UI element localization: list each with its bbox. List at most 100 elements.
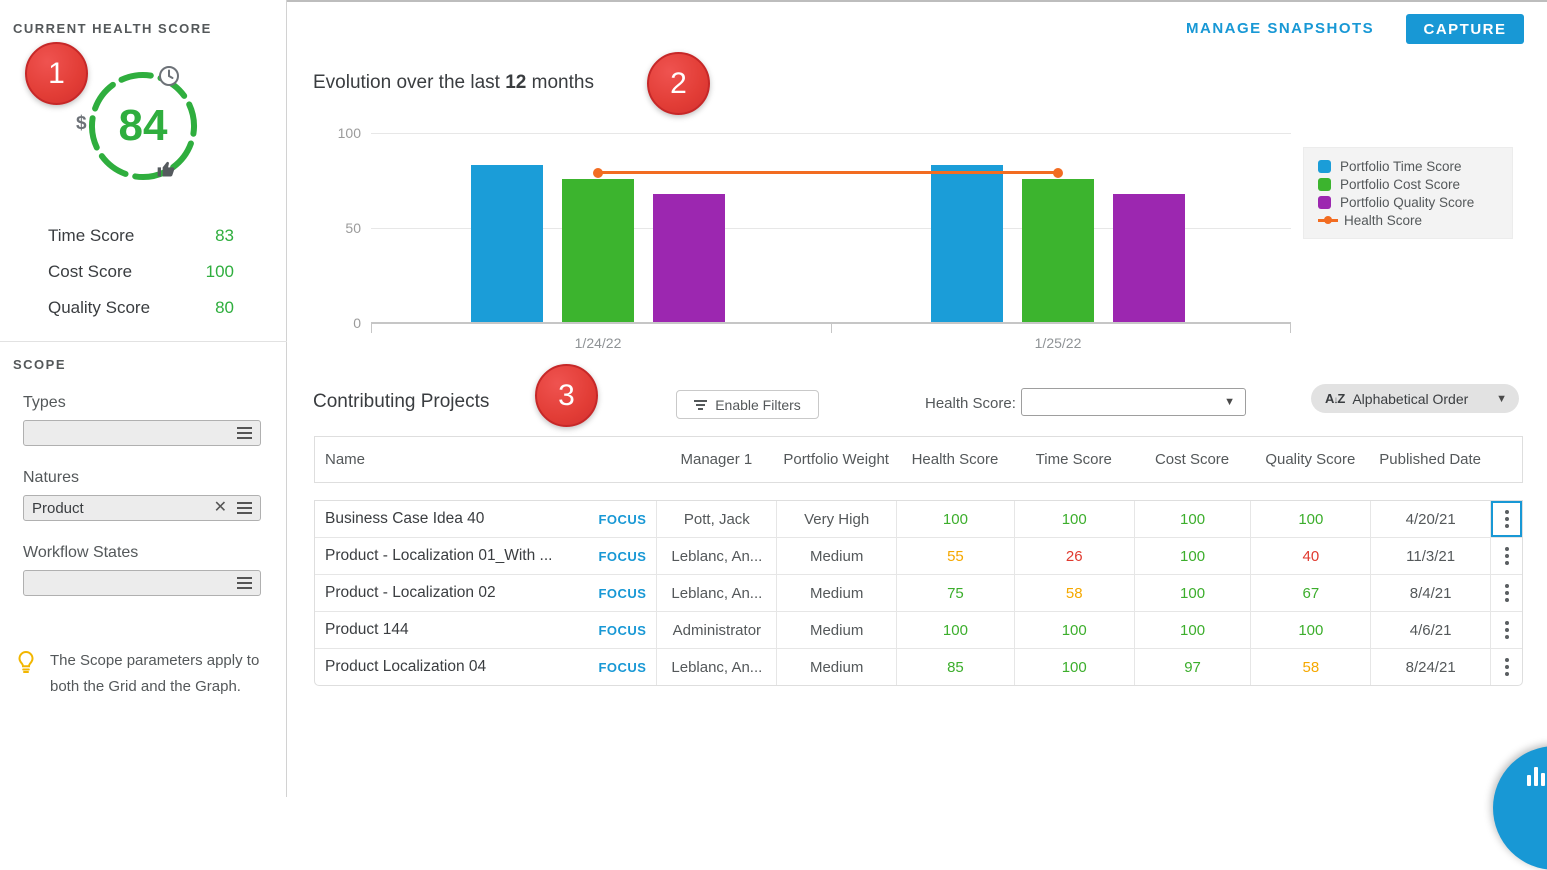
score-cell: 100	[1014, 612, 1134, 648]
bar-portfolio-quality-score[interactable]	[653, 194, 725, 322]
row-menu-button[interactable]	[1491, 538, 1522, 574]
filter-label: Types	[23, 394, 261, 412]
x-axis-category-label: 1/25/22	[998, 335, 1118, 351]
row-menu-cell	[1490, 538, 1522, 574]
capture-button[interactable]: CAPTURE	[1406, 14, 1524, 44]
column-header-health-score[interactable]: Health Score	[896, 451, 1014, 469]
legend-swatch	[1318, 160, 1331, 173]
legend-item[interactable]: Portfolio Time Score	[1318, 157, 1506, 175]
row-menu-button[interactable]	[1491, 612, 1522, 648]
bar-portfolio-quality-score[interactable]	[1113, 194, 1185, 322]
column-header-cost-score[interactable]: Cost Score	[1134, 451, 1251, 469]
legend-item[interactable]: Health Score	[1318, 211, 1506, 229]
column-header-quality-score[interactable]: Quality Score	[1250, 451, 1370, 469]
focus-link[interactable]: FOCUS	[598, 623, 646, 638]
score-cell: 58	[1014, 575, 1134, 611]
row-menu-button[interactable]	[1491, 575, 1522, 611]
bar-portfolio-time-score[interactable]	[931, 165, 1003, 322]
bar-portfolio-cost-score[interactable]	[562, 179, 634, 322]
gridline	[371, 133, 1291, 134]
scope-tip-line2: both the Grid and the Graph.	[50, 674, 259, 700]
table-row[interactable]: Product 144FOCUSAdministratorMedium10010…	[315, 611, 1522, 648]
score-label: Cost Score	[48, 262, 132, 282]
focus-link[interactable]: FOCUS	[598, 512, 646, 527]
score-row: Time Score83	[48, 218, 234, 254]
natures-input[interactable]: Product✕	[23, 495, 261, 521]
scope-filters: TypesNaturesProduct✕Workflow States	[23, 394, 261, 619]
health-score-line[interactable]	[598, 171, 1058, 174]
score-value: 83	[215, 226, 234, 246]
score-cell: 100	[1014, 649, 1134, 685]
project-name: Product 144	[325, 621, 409, 639]
scope-title: SCOPE	[13, 357, 66, 372]
evolution-chart: 0501001/24/221/25/22	[371, 133, 1291, 323]
column-header-manager-1[interactable]: Manager 1	[656, 451, 776, 469]
annotation-badge-2: 2	[647, 52, 710, 115]
bar-portfolio-cost-score[interactable]	[1022, 179, 1094, 322]
published-date-cell: 11/3/21	[1370, 538, 1490, 574]
project-name-cell: Product - Localization 01_With ...FOCUS	[315, 538, 656, 574]
score-cell: 100	[1134, 575, 1251, 611]
workflow-states-input[interactable]	[23, 570, 261, 596]
portfolio-weight-cell: Very High	[776, 501, 896, 537]
legend-item[interactable]: Portfolio Cost Score	[1318, 175, 1506, 193]
lightbulb-icon	[16, 648, 50, 700]
sidebar-divider	[0, 341, 287, 342]
row-menu-button[interactable]	[1491, 501, 1522, 537]
types-input[interactable]	[23, 420, 261, 446]
project-name-cell: Product Localization 04FOCUS	[315, 649, 656, 685]
score-cell: 97	[1134, 649, 1251, 685]
score-cell: 26	[1014, 538, 1134, 574]
legend-line-swatch	[1318, 219, 1338, 222]
row-menu-cell	[1490, 501, 1522, 537]
list-picker-icon[interactable]	[237, 577, 252, 589]
list-picker-icon[interactable]	[237, 502, 252, 514]
bar-chart-icon	[1527, 767, 1545, 786]
contributing-projects-title: Contributing Projects	[313, 391, 489, 413]
scope-tip-text: The Scope parameters apply to both the G…	[50, 648, 259, 700]
column-header-published-date[interactable]: Published Date	[1370, 451, 1490, 469]
score-cell: 75	[896, 575, 1014, 611]
title-part2: 12	[505, 72, 526, 93]
health-score-point[interactable]	[593, 168, 603, 178]
legend-item[interactable]: Portfolio Quality Score	[1318, 193, 1506, 211]
y-axis-tick-label: 50	[319, 220, 361, 236]
table-row[interactable]: Product - Localization 01_With ...FOCUSL…	[315, 537, 1522, 574]
score-cell: 100	[1134, 612, 1251, 648]
x-axis-tick	[831, 324, 832, 333]
x-axis-category-label: 1/24/22	[538, 335, 658, 351]
column-header-portfolio-weight[interactable]: Portfolio Weight	[776, 451, 896, 469]
score-cell: 58	[1250, 649, 1370, 685]
clear-icon[interactable]: ✕	[214, 500, 227, 516]
score-cell: 100	[896, 612, 1014, 648]
annotation-badge-3: 3	[535, 364, 598, 427]
score-cell: 100	[1134, 538, 1251, 574]
enable-filters-label: Enable Filters	[715, 397, 801, 413]
projects-table-header: NameManager 1Portfolio WeightHealth Scor…	[314, 436, 1523, 483]
table-row[interactable]: Product Localization 04FOCUSLeblanc, An.…	[315, 648, 1522, 685]
manager-cell: Leblanc, An...	[656, 538, 776, 574]
column-header-name[interactable]: Name	[315, 451, 656, 469]
score-cell: 100	[1250, 501, 1370, 537]
table-row[interactable]: Business Case Idea 40FOCUSPott, JackVery…	[315, 501, 1522, 537]
project-name: Product - Localization 02	[325, 584, 496, 602]
published-date-cell: 4/6/21	[1370, 612, 1490, 648]
main-panel: MANAGE SNAPSHOTS CAPTURE Evolution over …	[288, 0, 1547, 797]
focus-link[interactable]: FOCUS	[598, 660, 646, 675]
row-menu-button[interactable]	[1491, 649, 1522, 685]
sort-order-label: Alphabetical Order	[1352, 391, 1496, 407]
bar-portfolio-time-score[interactable]	[471, 165, 543, 322]
focus-link[interactable]: FOCUS	[598, 586, 646, 601]
health-score-filter-dropdown[interactable]: ▼	[1021, 388, 1246, 416]
list-picker-icon[interactable]	[237, 427, 252, 439]
score-cell: 100	[896, 501, 1014, 537]
column-header-time-score[interactable]: Time Score	[1014, 451, 1134, 469]
focus-link[interactable]: FOCUS	[598, 549, 646, 564]
x-axis-tick	[371, 324, 372, 333]
sort-order-button[interactable]: A↓Z Alphabetical Order ▼	[1311, 384, 1519, 413]
health-score-point[interactable]	[1053, 168, 1063, 178]
dollar-icon: $	[76, 113, 87, 135]
manage-snapshots-link[interactable]: MANAGE SNAPSHOTS	[1186, 20, 1374, 37]
enable-filters-button[interactable]: Enable Filters	[676, 390, 819, 419]
table-row[interactable]: Product - Localization 02FOCUSLeblanc, A…	[315, 574, 1522, 611]
